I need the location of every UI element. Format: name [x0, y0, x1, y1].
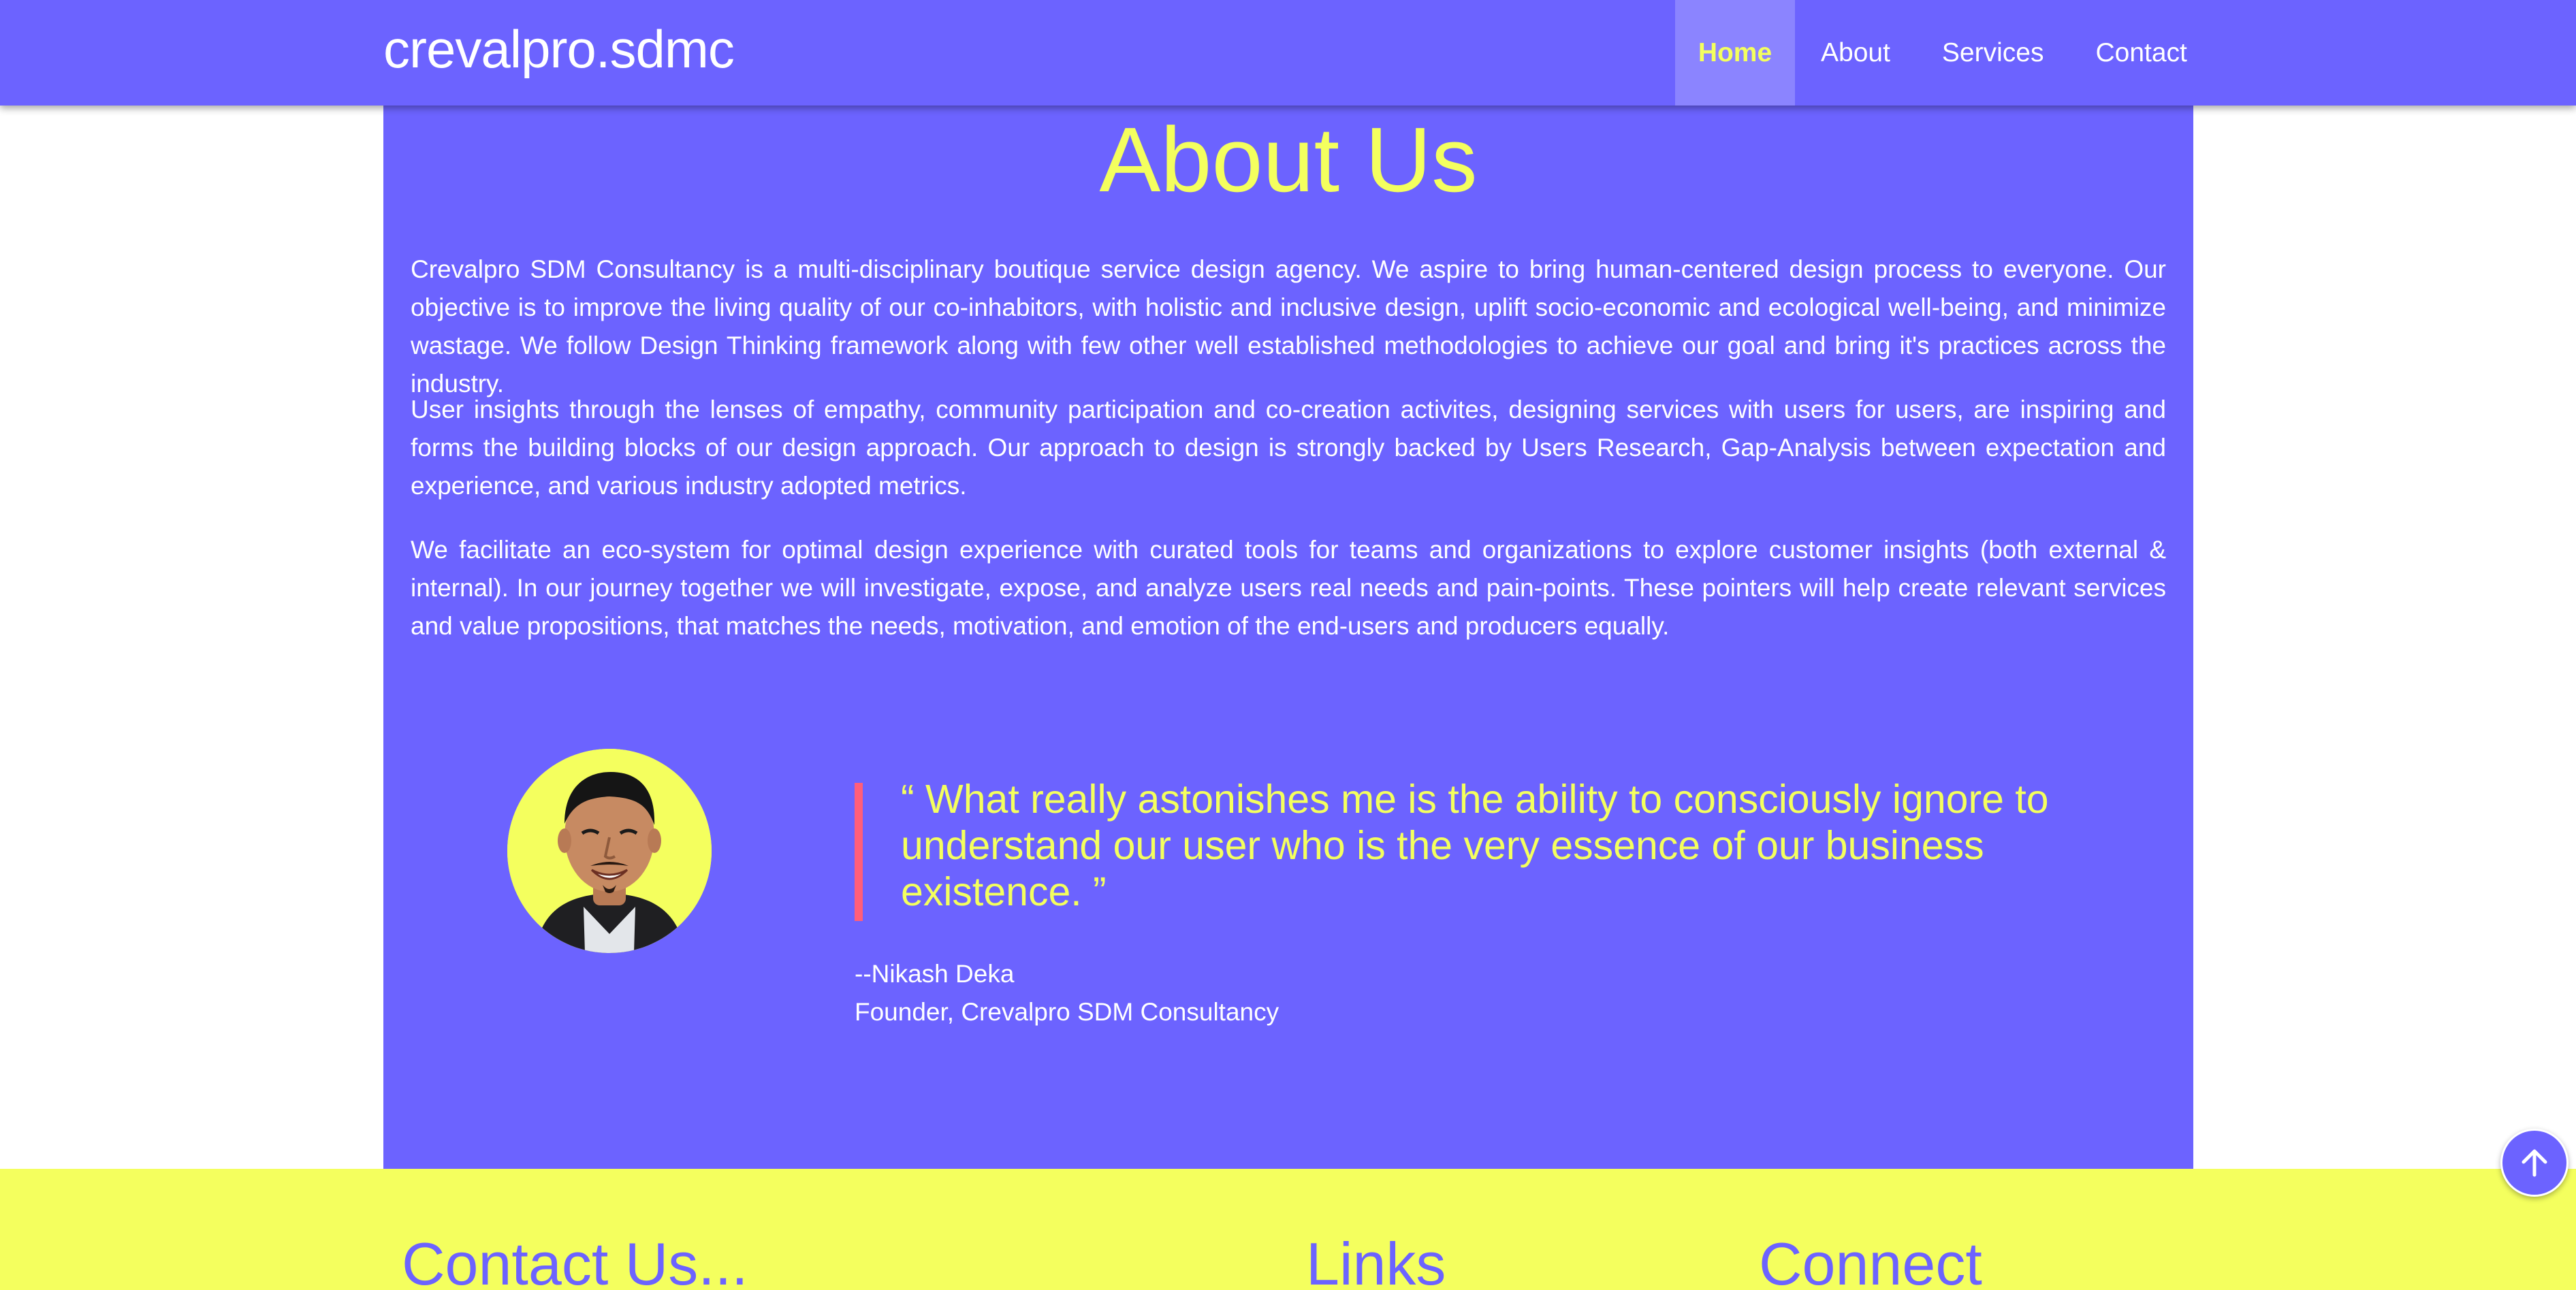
- scroll-to-top-button[interactable]: [2500, 1129, 2569, 1197]
- footer-links-heading: Links: [1306, 1230, 1446, 1290]
- main-nav: Home About Services Contact: [1675, 0, 2213, 106]
- about-title: About Us: [1099, 108, 1478, 211]
- about-paragraph: User insights through the lenses of empa…: [411, 396, 2166, 500]
- nav-item-services[interactable]: Services: [1916, 0, 2070, 106]
- nav-item-contact[interactable]: Contact: [2069, 0, 2212, 106]
- quote-author: --Nikash Deka: [855, 960, 1015, 988]
- top-navbar: crevalpro.sdmc Home About Services Conta…: [0, 0, 2576, 106]
- nav-item-home[interactable]: Home: [1675, 0, 1795, 106]
- quote-author-role: Founder, Crevalpro SDM Consultancy: [855, 998, 1279, 1026]
- founder-quote: “ What really astonishes me is the abili…: [901, 777, 2049, 914]
- arrow-up-icon: [2522, 1149, 2547, 1177]
- founder-portrait-icon: [507, 749, 712, 953]
- founder-avatar: [507, 749, 712, 953]
- footer-connect-heading: Connect: [1759, 1230, 1982, 1290]
- about-paragraph: Crevalpro SDM Consultancy is a multi-dis…: [411, 255, 2166, 398]
- about-paragraph: We facilitate an eco-system for optimal …: [411, 536, 2166, 640]
- footer-contact-heading: Contact Us...: [402, 1230, 748, 1290]
- quote-accent-bar: [855, 783, 863, 921]
- footer: Contact Us... Links Connect: [0, 1169, 2576, 1290]
- brand-logo-text[interactable]: crevalpro.sdmc: [383, 15, 735, 83]
- about-section: About Us Crevalpro SDM Consultancy is a …: [383, 106, 2193, 1169]
- nav-item-about[interactable]: About: [1795, 0, 1916, 106]
